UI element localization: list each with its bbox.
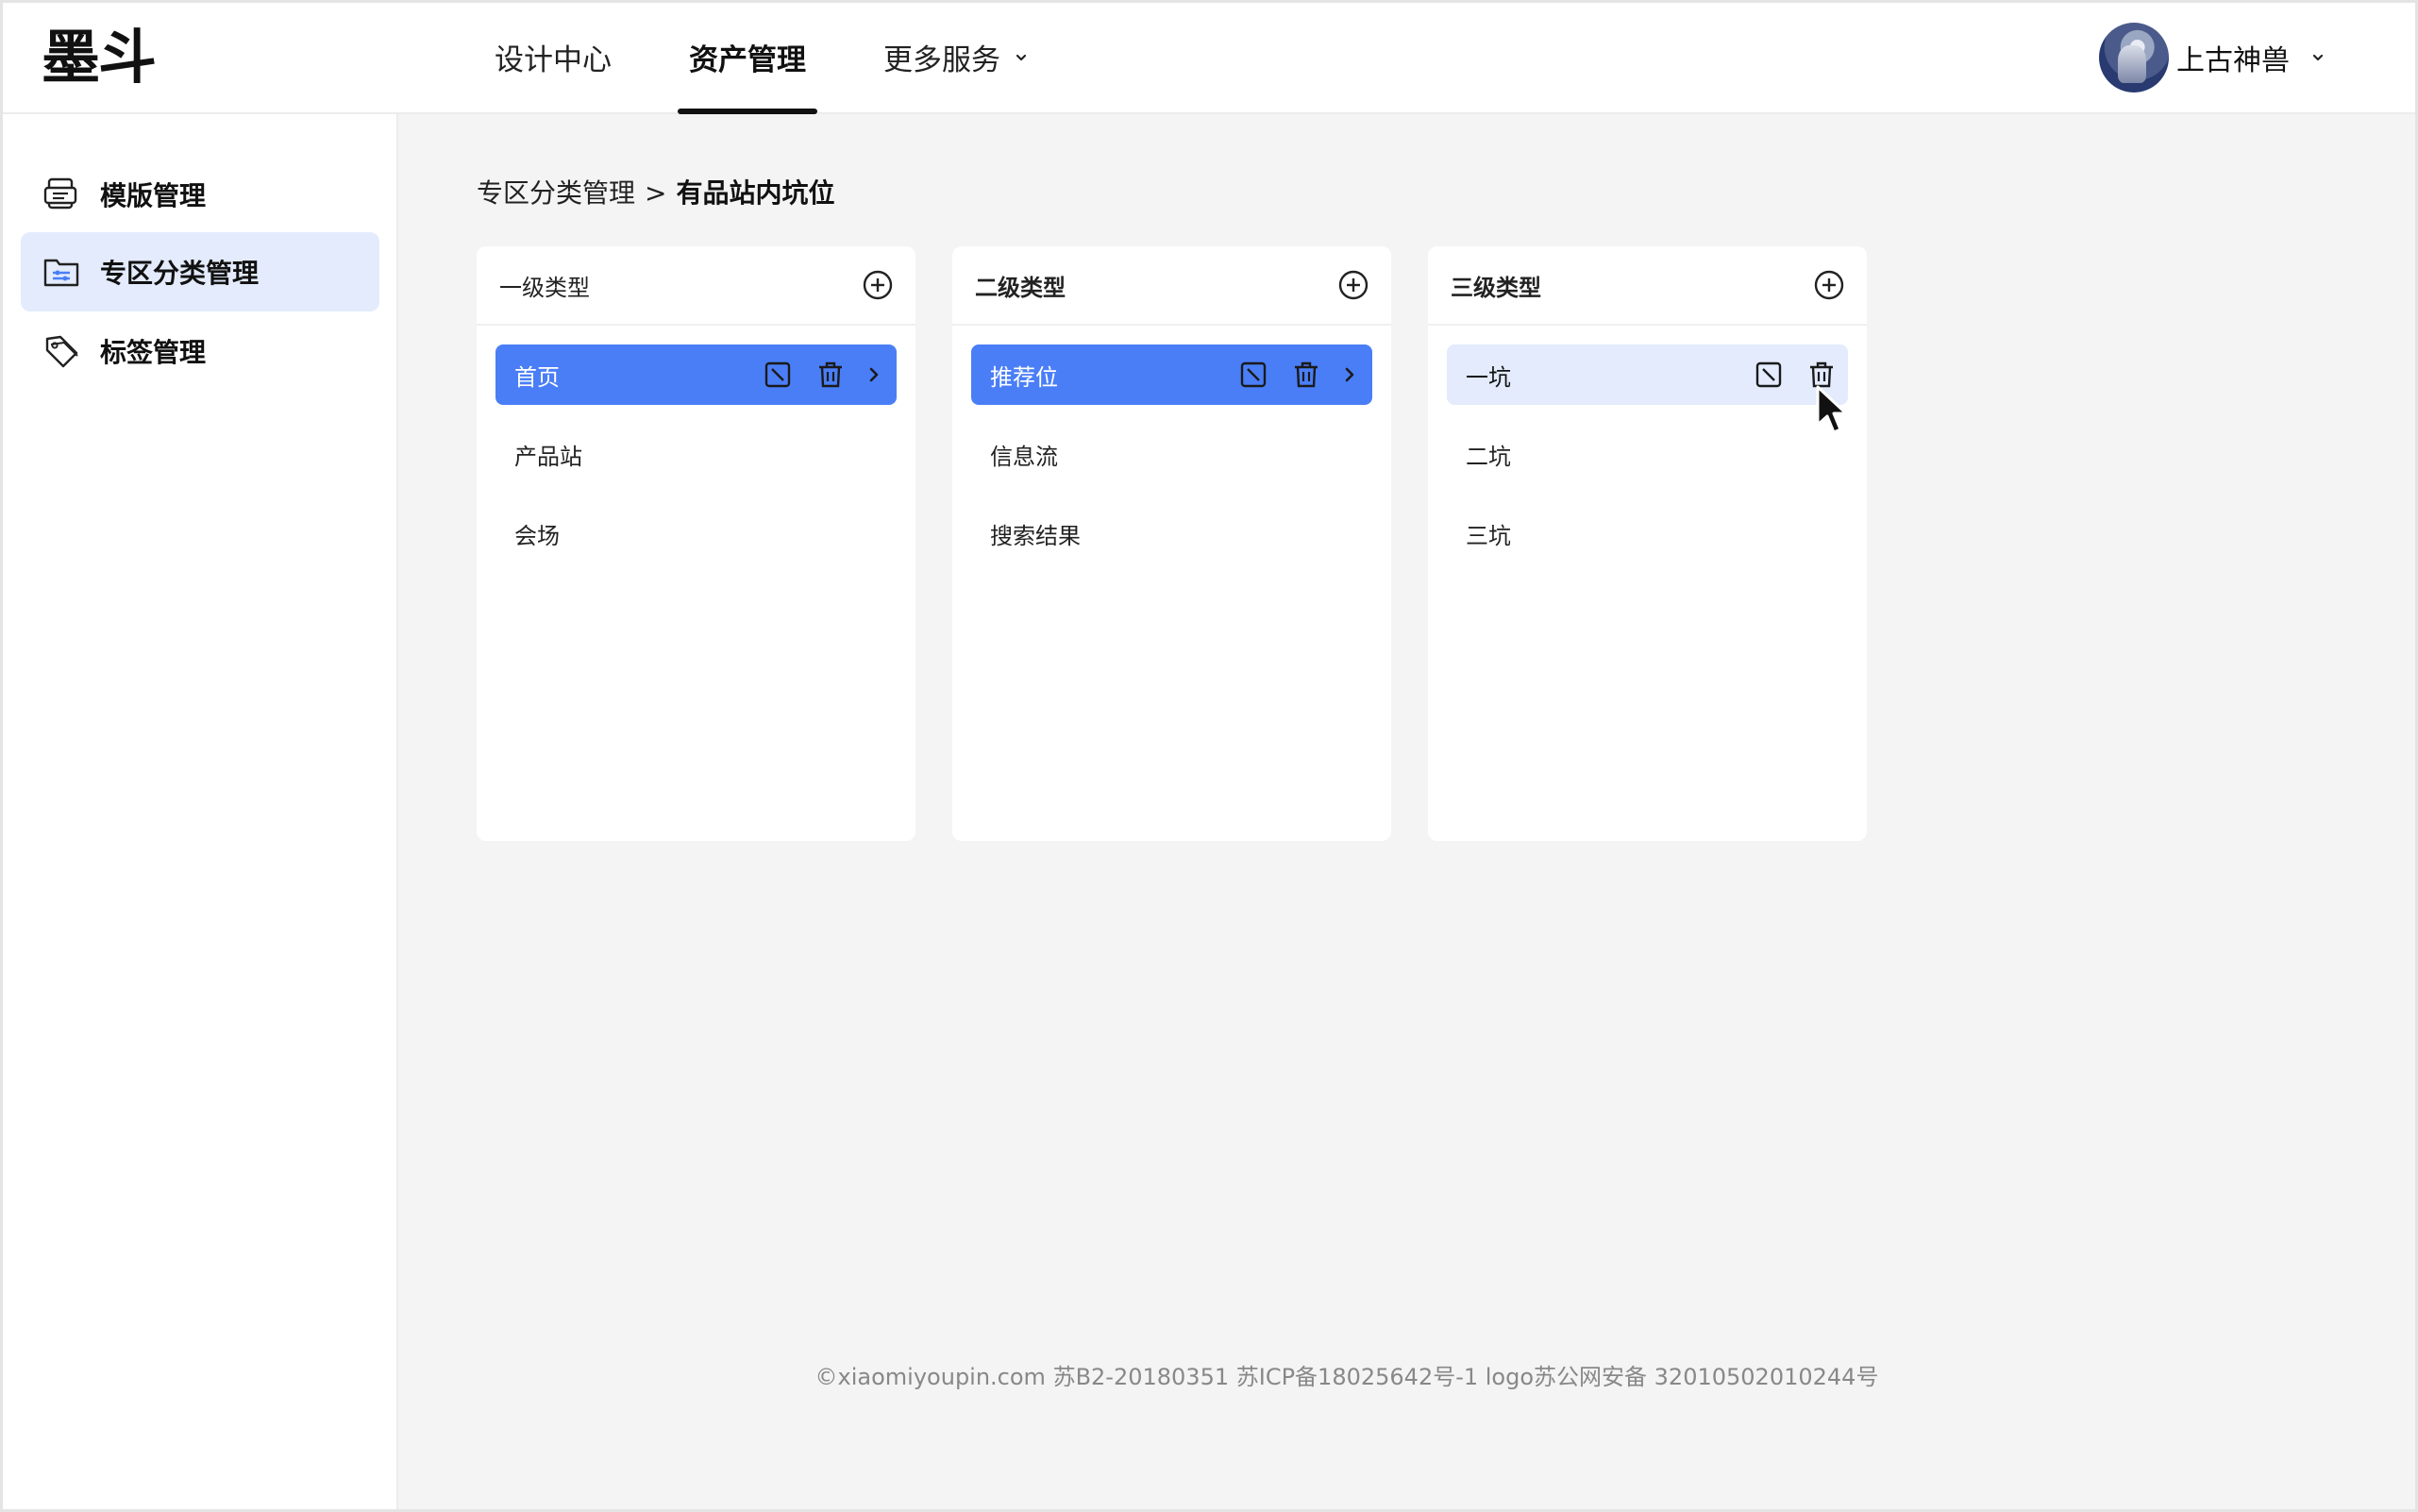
main-content: 专区分类管理 > 有品站内坑位 一级类型 首页 产品站 会场 二级类型 推荐位 … (398, 114, 2418, 1512)
add-circle-icon[interactable] (861, 268, 895, 302)
avatar[interactable] (2099, 23, 2169, 92)
list-item[interactable]: 搜索结果 (971, 503, 1372, 563)
card-title: 二级类型 (975, 274, 1066, 301)
item-label: 产品站 (514, 443, 582, 470)
list-item[interactable]: 信息流 (971, 424, 1372, 484)
list-item[interactable]: 推荐位 (971, 344, 1372, 405)
level2-type-card: 二级类型 推荐位 信息流 搜索结果 (952, 246, 1391, 841)
chevron-right-icon[interactable] (1340, 360, 1361, 390)
add-circle-icon[interactable] (1812, 268, 1846, 302)
sidebar-item-label: 专区分类管理 (100, 258, 260, 289)
item-label: 信息流 (990, 443, 1058, 470)
nav-label: 资产管理 (689, 43, 806, 77)
top-header: 墨斗 设计中心 资产管理 更多服务 上古神兽 (0, 0, 2418, 114)
app-logo[interactable]: 墨斗 (42, 28, 157, 87)
item-label: 推荐位 (990, 363, 1058, 391)
item-label: 搜索结果 (990, 522, 1081, 549)
nav-asset-management[interactable]: 资产管理 (666, 0, 829, 114)
chevron-down-icon (1016, 54, 1027, 60)
breadcrumb-separator: > (645, 177, 667, 209)
row-actions (1216, 360, 1361, 390)
item-label: 会场 (514, 522, 560, 549)
sidebar-item-templates[interactable]: 模版管理 (21, 155, 379, 234)
list-item[interactable]: 首页 (495, 344, 897, 405)
list-item[interactable]: 一坑 (1447, 344, 1848, 405)
trash-icon[interactable] (1291, 360, 1321, 390)
tag-icon (45, 335, 78, 368)
list-item[interactable]: 二坑 (1447, 424, 1848, 484)
footer-copyright: ©xiaomiyoupin.com 苏B2-20180351 苏ICP备1802… (814, 1364, 1879, 1390)
item-label: 三坑 (1466, 522, 1511, 549)
row-actions (740, 360, 885, 390)
trash-icon[interactable] (815, 360, 846, 390)
sidebar-item-tags[interactable]: 标签管理 (21, 311, 379, 391)
card-title: 一级类型 (499, 274, 590, 301)
user-name: 上古神兽 (2176, 44, 2290, 77)
level3-type-card: 三级类型 一坑 二坑 三坑 (1428, 246, 1867, 841)
type-list: 推荐位 信息流 搜索结果 (952, 326, 1391, 601)
list-item[interactable]: 产品站 (495, 424, 897, 484)
list-item[interactable]: 会场 (495, 503, 897, 563)
sidebar-item-label: 模版管理 (100, 180, 207, 211)
template-icon (43, 177, 77, 210)
user-menu[interactable]: 上古神兽 (2099, 23, 2326, 92)
type-list: 首页 产品站 会场 (477, 326, 915, 601)
card-header: 三级类型 (1428, 246, 1867, 326)
edit-icon[interactable] (1238, 360, 1268, 390)
chevron-right-icon[interactable] (865, 360, 885, 390)
item-label: 二坑 (1466, 443, 1511, 470)
list-item[interactable]: 三坑 (1447, 503, 1848, 563)
nav-more-services[interactable]: 更多服务 (861, 0, 1051, 114)
item-label: 一坑 (1466, 363, 1511, 391)
add-circle-icon[interactable] (1336, 268, 1370, 302)
sidebar-item-label: 标签管理 (100, 337, 207, 368)
nav-label: 设计中心 (495, 43, 612, 77)
folder-settings-icon (43, 259, 79, 287)
sidebar-item-zone-category[interactable]: 专区分类管理 (21, 232, 379, 311)
chevron-down-icon (2312, 54, 2324, 61)
nav-design-center[interactable]: 设计中心 (472, 0, 634, 114)
item-label: 首页 (514, 363, 560, 391)
mouse-cursor-icon (1816, 385, 1848, 434)
breadcrumb-current: 有品站内坑位 (676, 177, 835, 209)
card-header: 二级类型 (952, 246, 1391, 326)
nav-label: 更多服务 (883, 43, 1000, 77)
type-list: 一坑 二坑 三坑 (1428, 326, 1867, 601)
edit-icon[interactable] (763, 360, 793, 390)
sidebar: 模版管理 专区分类管理 标签管理 (0, 114, 398, 1512)
level1-type-card: 一级类型 首页 产品站 会场 (477, 246, 915, 841)
edit-icon[interactable] (1754, 360, 1784, 390)
main-nav: 设计中心 资产管理 更多服务 (472, 0, 1083, 114)
card-header: 一级类型 (477, 246, 915, 326)
card-title: 三级类型 (1451, 274, 1541, 301)
breadcrumb: 专区分类管理 > 有品站内坑位 (477, 173, 835, 210)
breadcrumb-parent[interactable]: 专区分类管理 (477, 177, 635, 209)
